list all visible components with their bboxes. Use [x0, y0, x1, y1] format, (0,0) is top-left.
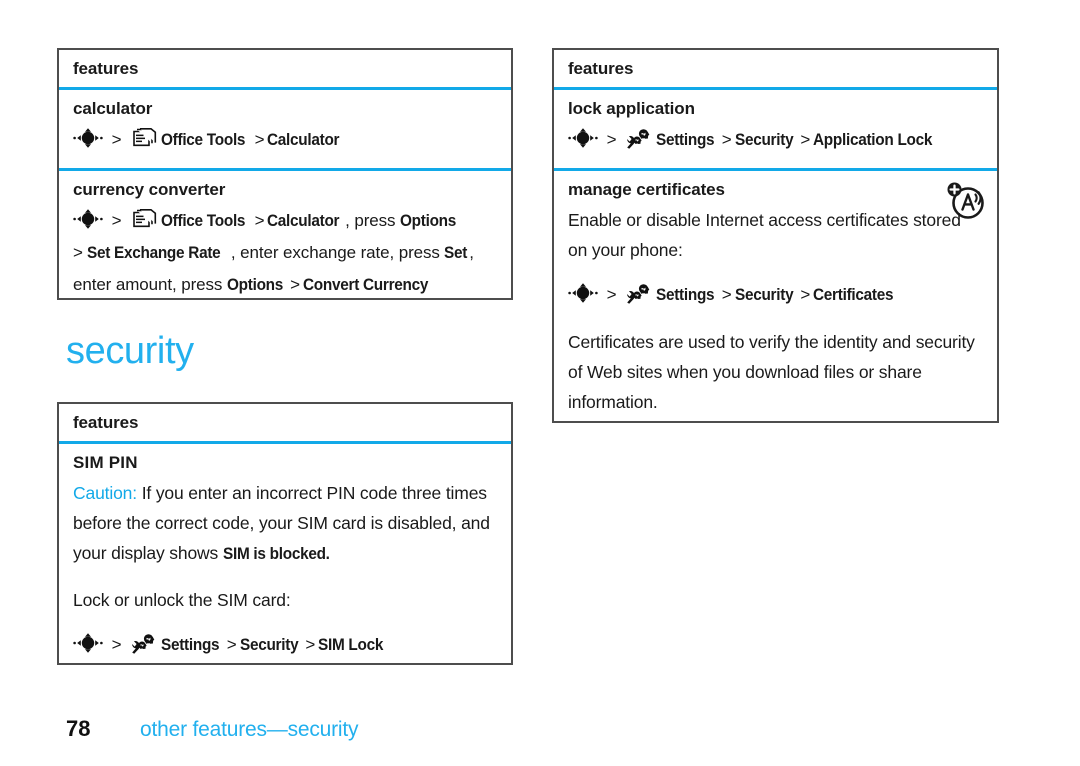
navigation-key-icon	[73, 632, 103, 654]
features-box-header: features	[554, 50, 997, 90]
menu-item: Convert Currency	[302, 276, 429, 294]
path-text: ,	[469, 243, 474, 262]
feature-row-calculator: calculator > Office Tools > Calculator	[59, 90, 511, 168]
path-chevron: >	[111, 635, 122, 654]
menu-item: Set Exchange Rate	[87, 244, 221, 262]
office-tools-icon	[131, 128, 157, 149]
page-number: 78	[66, 716, 91, 741]
navigation-key-icon	[568, 282, 598, 304]
feature-row-manage-certificates: manage certificates Enable or disable In…	[554, 168, 997, 429]
menu-path-line: > Office Tools > Calculator, press Options	[73, 205, 497, 237]
menu-item: Options	[400, 212, 457, 230]
path-separator: >	[290, 275, 300, 294]
certificates-info-paragraph: Certificates are used to verify the iden…	[568, 332, 975, 412]
instruction-paragraph: Lock or unlock the SIM card:	[73, 590, 291, 610]
feature-title: lock application	[568, 99, 695, 118]
navigation-key-icon	[568, 127, 598, 149]
settings-icon	[131, 633, 157, 654]
certificate-antenna-icon	[945, 178, 989, 222]
path-text: >	[73, 243, 88, 262]
path-text: enter amount, press	[73, 275, 227, 294]
path-separator: >	[254, 211, 265, 230]
feature-row-sim-pin: SIM PIN Caution: If you enter an incorre…	[59, 444, 511, 673]
feature-title: calculator	[73, 99, 153, 118]
footer-section-label: other features—security	[140, 718, 359, 741]
feature-title: SIM PIN	[73, 453, 138, 472]
path-chevron: >	[111, 211, 122, 230]
settings-icon	[626, 128, 652, 149]
office-tools-icon	[131, 209, 157, 230]
path-chevron: >	[606, 130, 617, 149]
settings-icon	[626, 283, 652, 304]
feature-title: manage certificates	[568, 180, 725, 199]
path-separator: >	[800, 130, 811, 149]
menu-path-line: > Settings > Security > Application Lock	[568, 124, 983, 156]
menu-item: Calculator	[267, 212, 340, 230]
navigation-key-icon	[73, 208, 103, 230]
feature-title: currency converter	[73, 180, 226, 199]
path-text: , enter exchange rate, press	[230, 243, 445, 262]
path-separator: >	[800, 285, 811, 304]
path-chevron: >	[111, 130, 122, 149]
menu-item: Application Lock	[813, 131, 933, 149]
menu-item: SIM Lock	[318, 636, 384, 654]
menu-item: Settings	[161, 636, 220, 654]
menu-path-line: > Office Tools > Calculator	[73, 124, 497, 156]
feature-row-currency-converter: currency converter > Office Tools > Calc…	[59, 168, 511, 313]
menu-item: Options	[226, 276, 283, 294]
menu-item: Office Tools	[161, 131, 246, 149]
path-separator: >	[721, 130, 732, 149]
page-footer: 78 other features—security	[66, 716, 359, 742]
menu-path-line: > Settings > Security > SIM Lock	[73, 629, 497, 661]
path-separator: >	[226, 635, 237, 654]
menu-item: Office Tools	[161, 212, 246, 230]
features-box-calculator: features calculator > Office Tools > Cal…	[57, 48, 513, 300]
navigation-key-icon	[73, 127, 103, 149]
path-separator: >	[305, 635, 316, 654]
features-box-sim-pin: features SIM PIN Caution: If you enter a…	[57, 402, 513, 665]
path-separator: >	[721, 285, 732, 304]
caution-label: Caution:	[73, 483, 137, 503]
features-box-lock-application: features lock application > Settings > S…	[552, 48, 999, 423]
path-chevron: >	[606, 285, 617, 304]
features-box-header: features	[59, 50, 511, 90]
menu-item: Certificates	[813, 286, 894, 304]
menu-item: Security	[734, 131, 794, 149]
features-box-header: features	[59, 404, 511, 444]
caution-paragraph: Caution: If you enter an incorrect PIN c…	[73, 478, 497, 569]
menu-item: Set	[444, 244, 468, 262]
menu-item: Settings	[656, 131, 715, 149]
path-separator: >	[254, 130, 265, 149]
menu-item: Settings	[656, 286, 715, 304]
menu-path-line: > Set Exchange Rate , enter exchange rate…	[73, 237, 497, 269]
certificates-intro-paragraph: Enable or disable Internet access certif…	[568, 210, 961, 260]
path-text: , press	[345, 211, 401, 230]
menu-item: Security	[734, 286, 794, 304]
page-section-heading: security	[66, 330, 194, 372]
menu-item: Calculator	[267, 131, 340, 149]
menu-item: SIM is blocked.	[222, 545, 330, 563]
menu-path-line: > Settings > Security > Certificates	[568, 279, 983, 311]
feature-row-lock-application: lock application > Settings > Security >…	[554, 90, 997, 168]
menu-item: Security	[239, 636, 299, 654]
menu-path-line: enter amount, press Options > Convert Curr…	[73, 269, 497, 301]
